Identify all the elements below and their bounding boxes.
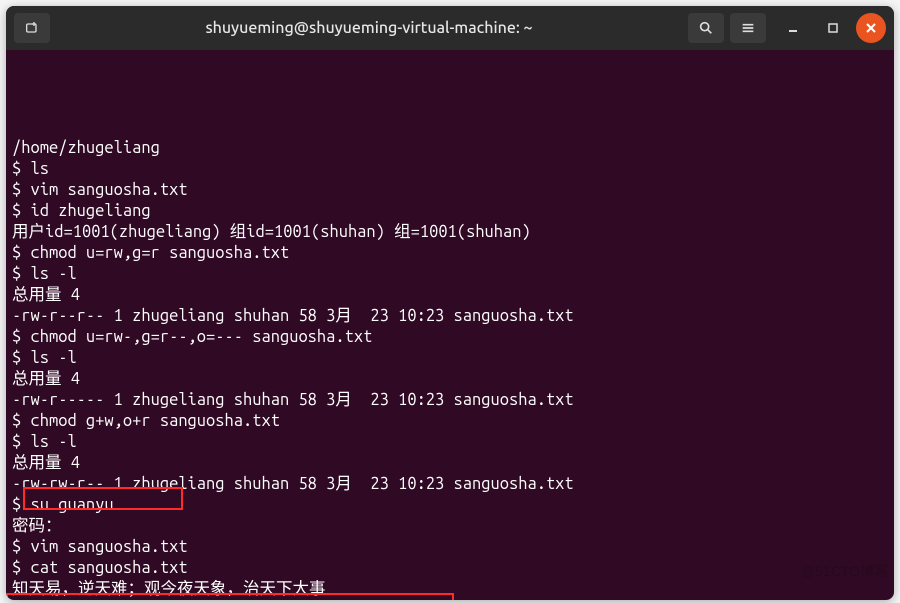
terminal-line: -rw-r--r-- 1 zhugeliang shuhan 58 3月 23 … bbox=[12, 306, 888, 327]
terminal-content[interactable]: /home/zhugeliang$ ls$ vim sanguosha.txt$… bbox=[6, 50, 894, 600]
window-title: shuyueming@shuyueming-virtual-machine: ~ bbox=[56, 19, 682, 37]
terminal-line: $ chmod u=rw,g=r sanguosha.txt bbox=[12, 243, 888, 264]
terminal-line: $ chmod u=rw-,g=r--,o=--- sanguosha.txt bbox=[12, 327, 888, 348]
terminal-line: -rw-rw-r-- 1 zhugeliang shuhan 58 3月 23 … bbox=[12, 474, 888, 495]
terminal-line: -rw-r----- 1 zhugeliang shuhan 58 3月 23 … bbox=[12, 390, 888, 411]
terminal-line: $ vim sanguosha.txt bbox=[12, 180, 888, 201]
terminal-line: $ su guanyu bbox=[12, 495, 888, 516]
terminal-line: $ vim sanguosha.txt bbox=[12, 537, 888, 558]
terminal-line: /home/zhugeliang bbox=[12, 138, 888, 159]
watermark: @51CTO博客 bbox=[801, 561, 888, 581]
terminal-window: shuyueming@shuyueming-virtual-machine: ~ bbox=[6, 6, 894, 600]
search-button[interactable] bbox=[688, 13, 724, 43]
terminal-line: $ id zhugeliang bbox=[12, 201, 888, 222]
terminal-line: 密码： bbox=[12, 516, 888, 537]
terminal-line: 用户id=1001(zhugeliang) 组id=1001(shuhan) 组… bbox=[12, 222, 888, 243]
terminal-line: $ chmod g+w,o+r sanguosha.txt bbox=[12, 411, 888, 432]
terminal-line: $ cat sanguosha.txt bbox=[12, 558, 888, 579]
terminal-line: $ ls -l bbox=[12, 432, 888, 453]
terminal-line: $ ls -l bbox=[12, 264, 888, 285]
terminal-line: 总用量 4 bbox=[12, 285, 888, 306]
terminal-line: $ ls -l bbox=[12, 348, 888, 369]
new-tab-button[interactable] bbox=[14, 13, 50, 43]
menu-button[interactable] bbox=[730, 13, 766, 43]
titlebar: shuyueming@shuyueming-virtual-machine: ~ bbox=[6, 6, 894, 50]
close-button[interactable] bbox=[856, 13, 886, 43]
maximize-button[interactable] bbox=[816, 13, 850, 43]
terminal-line: $ ls bbox=[12, 159, 888, 180]
terminal-line: 知天易，逆天难；观今夜天象，治天下大事 bbox=[12, 579, 888, 600]
terminal-line: 总用量 4 bbox=[12, 369, 888, 390]
minimize-button[interactable] bbox=[776, 13, 810, 43]
terminal-line: 总用量 4 bbox=[12, 453, 888, 474]
